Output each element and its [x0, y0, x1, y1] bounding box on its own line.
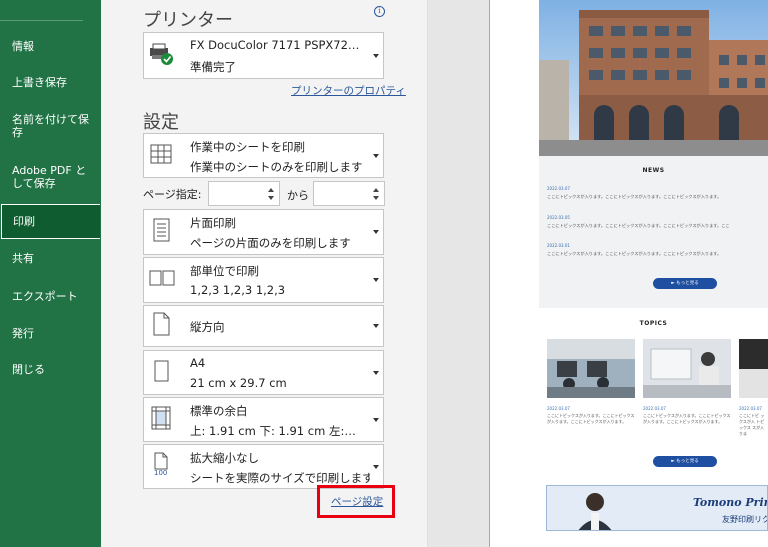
topics-more-button: ► もっと見る — [653, 456, 717, 467]
paper-size-title: A4 — [190, 356, 206, 370]
printer-icon — [148, 42, 174, 70]
collate-title: 部単位で印刷 — [190, 264, 259, 278]
topics-heading: TOPICS — [639, 320, 668, 327]
spin-down-icon[interactable] — [268, 196, 274, 200]
collate-dropdown[interactable]: 部単位で印刷 1,2,3 1,2,3 1,2,3 — [143, 257, 384, 303]
chevron-down-icon — [373, 324, 379, 328]
topic-date: 2022.03.07 — [547, 406, 570, 411]
margins-desc: 上: 1.91 cm 下: 1.91 cm 左:… — [190, 424, 356, 438]
print-scope-dropdown[interactable]: 作業中のシートを印刷 作業中のシートのみを印刷します — [143, 133, 384, 178]
pages-from-input[interactable] — [208, 181, 280, 206]
printer-name: FX DocuColor 7171 PSPX72… — [190, 38, 360, 52]
margins-dropdown[interactable]: 標準の余白 上: 1.91 cm 下: 1.91 cm 左:… — [143, 397, 384, 442]
paper-size-dropdown[interactable]: A4 21 cm x 29.7 cm — [143, 350, 384, 395]
news-heading: NEWS — [642, 167, 665, 174]
nav-item-publish[interactable]: 発行 — [0, 327, 101, 340]
topic-photo — [643, 339, 731, 398]
nav-item-export[interactable]: エクスポート — [0, 290, 101, 303]
topic-text: ここにトピックスが入ります。ここにトピックスが入ります。ここにトピックスが入りま… — [643, 413, 731, 424]
nav-item-save[interactable]: 上書き保存 — [0, 76, 101, 89]
topic-text: ここにトピックスが入ります。ここにトピックスが入ります。ここにトピックスが入りま… — [547, 413, 635, 424]
news-text: ここにトピックスが入ります。ここにトピックスが入ります。ここにトピックスが入りま… — [547, 251, 722, 256]
topic-photo — [547, 339, 635, 398]
printer-status: 準備完了 — [190, 60, 236, 74]
chevron-down-icon — [373, 278, 379, 282]
margins-icon — [148, 405, 174, 435]
news-text: ここにトピックスが入ります。ここにトピックスが入ります。ここにトピックスが入りま… — [547, 194, 722, 199]
chevron-down-icon — [373, 370, 379, 375]
nav-item-share[interactable]: 共有 — [0, 252, 101, 265]
sheet-grid-icon — [148, 142, 174, 170]
collate-desc: 1,2,3 1,2,3 1,2,3 — [190, 283, 286, 297]
banner-title: Tomono Printin — [693, 496, 767, 509]
news-section: NEWS 2022.03.07 ここにトピックスが入ります。ここにトピックスが入… — [539, 156, 768, 308]
print-sides-dropdown[interactable]: 片面印刷 ページの片面のみを印刷します — [143, 209, 384, 255]
scaling-dropdown[interactable]: 100 拡大縮小なし シートを実際のサイズで印刷します — [143, 444, 384, 489]
nav-item-save-as[interactable]: 名前を付けて保存 — [0, 113, 90, 139]
nav-separator — [0, 20, 83, 21]
spin-down-icon[interactable] — [373, 196, 379, 200]
topic-date: 2022.03.07 — [739, 406, 762, 411]
margins-title: 標準の余白 — [190, 404, 248, 418]
building-photo — [539, 0, 768, 156]
print-settings-panel: プリンター i FX DocuColor 7171 PSPX72… 準備完了 プ… — [101, 0, 427, 547]
chevron-down-icon — [373, 153, 379, 158]
topic-date: 2022.03.07 — [643, 406, 666, 411]
collate-icon — [148, 267, 176, 293]
paper-size-desc: 21 cm x 29.7 cm — [190, 376, 287, 390]
banner-subtitle: 友野印刷リク — [722, 515, 768, 524]
chevron-down-icon — [373, 464, 379, 469]
topic-photo — [739, 339, 768, 398]
print-scope-desc: 作業中のシートのみを印刷します — [190, 160, 363, 174]
scaling-icon: 100 — [148, 451, 174, 483]
printer-properties-link[interactable]: プリンターのプロパティ — [291, 83, 406, 98]
nav-item-close[interactable]: 閉じる — [0, 363, 101, 376]
pages-to-input[interactable] — [313, 181, 385, 206]
paper-size-icon — [148, 358, 174, 388]
settings-section-title: 設定 — [143, 112, 179, 133]
chevron-down-icon — [373, 53, 379, 58]
nav-item-info[interactable]: 情報 — [0, 40, 101, 53]
chevron-down-icon — [373, 417, 379, 422]
nav-item-print[interactable]: 印刷 — [1, 204, 100, 239]
orientation-dropdown[interactable]: 縦方向 — [143, 305, 384, 347]
news-date: 2022.03.07 — [547, 186, 570, 191]
portrait-page-icon — [148, 311, 174, 341]
nav-item-save-as-pdf[interactable]: Adobe PDF として保存 — [0, 164, 92, 190]
one-sided-page-icon — [148, 217, 174, 247]
printer-section-title: プリンター — [143, 10, 233, 31]
spin-up-icon[interactable] — [268, 188, 274, 192]
pages-label: ページ指定: — [143, 188, 202, 201]
spin-up-icon[interactable] — [373, 188, 379, 192]
print-sides-title: 片面印刷 — [190, 216, 236, 230]
pages-to-label: から — [287, 189, 309, 202]
news-text: ここにトピックスが入ります。ここにトピックスが入ります。ここにトピックスが入りま… — [547, 223, 730, 228]
chevron-down-icon — [373, 230, 379, 234]
news-more-button: ► もっと見る — [653, 278, 717, 289]
printer-dropdown[interactable]: FX DocuColor 7171 PSPX72… 準備完了 — [143, 32, 384, 79]
news-date: 2022.03.05 — [547, 215, 570, 220]
preview-page: NEWS 2022.03.07 ここにトピックスが入ります。ここにトピックスが入… — [490, 0, 768, 547]
print-scope-title: 作業中のシートを印刷 — [190, 140, 305, 154]
news-date: 2022.03.01 — [547, 243, 570, 248]
company-banner: Tomono Printin 友野印刷リク — [546, 485, 768, 531]
orientation-title: 縦方向 — [190, 320, 225, 334]
scaling-title: 拡大縮小なし — [190, 451, 259, 465]
print-sides-desc: ページの片面のみを印刷します — [190, 236, 351, 250]
backstage-nav: 情報 上書き保存 名前を付けて保存 Adobe PDF として保存 印刷 共有 … — [0, 0, 101, 547]
scaling-desc: シートを実際のサイズで印刷します — [190, 471, 370, 485]
scaling-icon-label: 100 — [154, 468, 168, 477]
info-icon[interactable]: i — [374, 6, 385, 17]
topic-text: ここにトピ ックスが入 トピックス スが入りま — [739, 413, 765, 436]
highlight-box — [317, 485, 395, 518]
